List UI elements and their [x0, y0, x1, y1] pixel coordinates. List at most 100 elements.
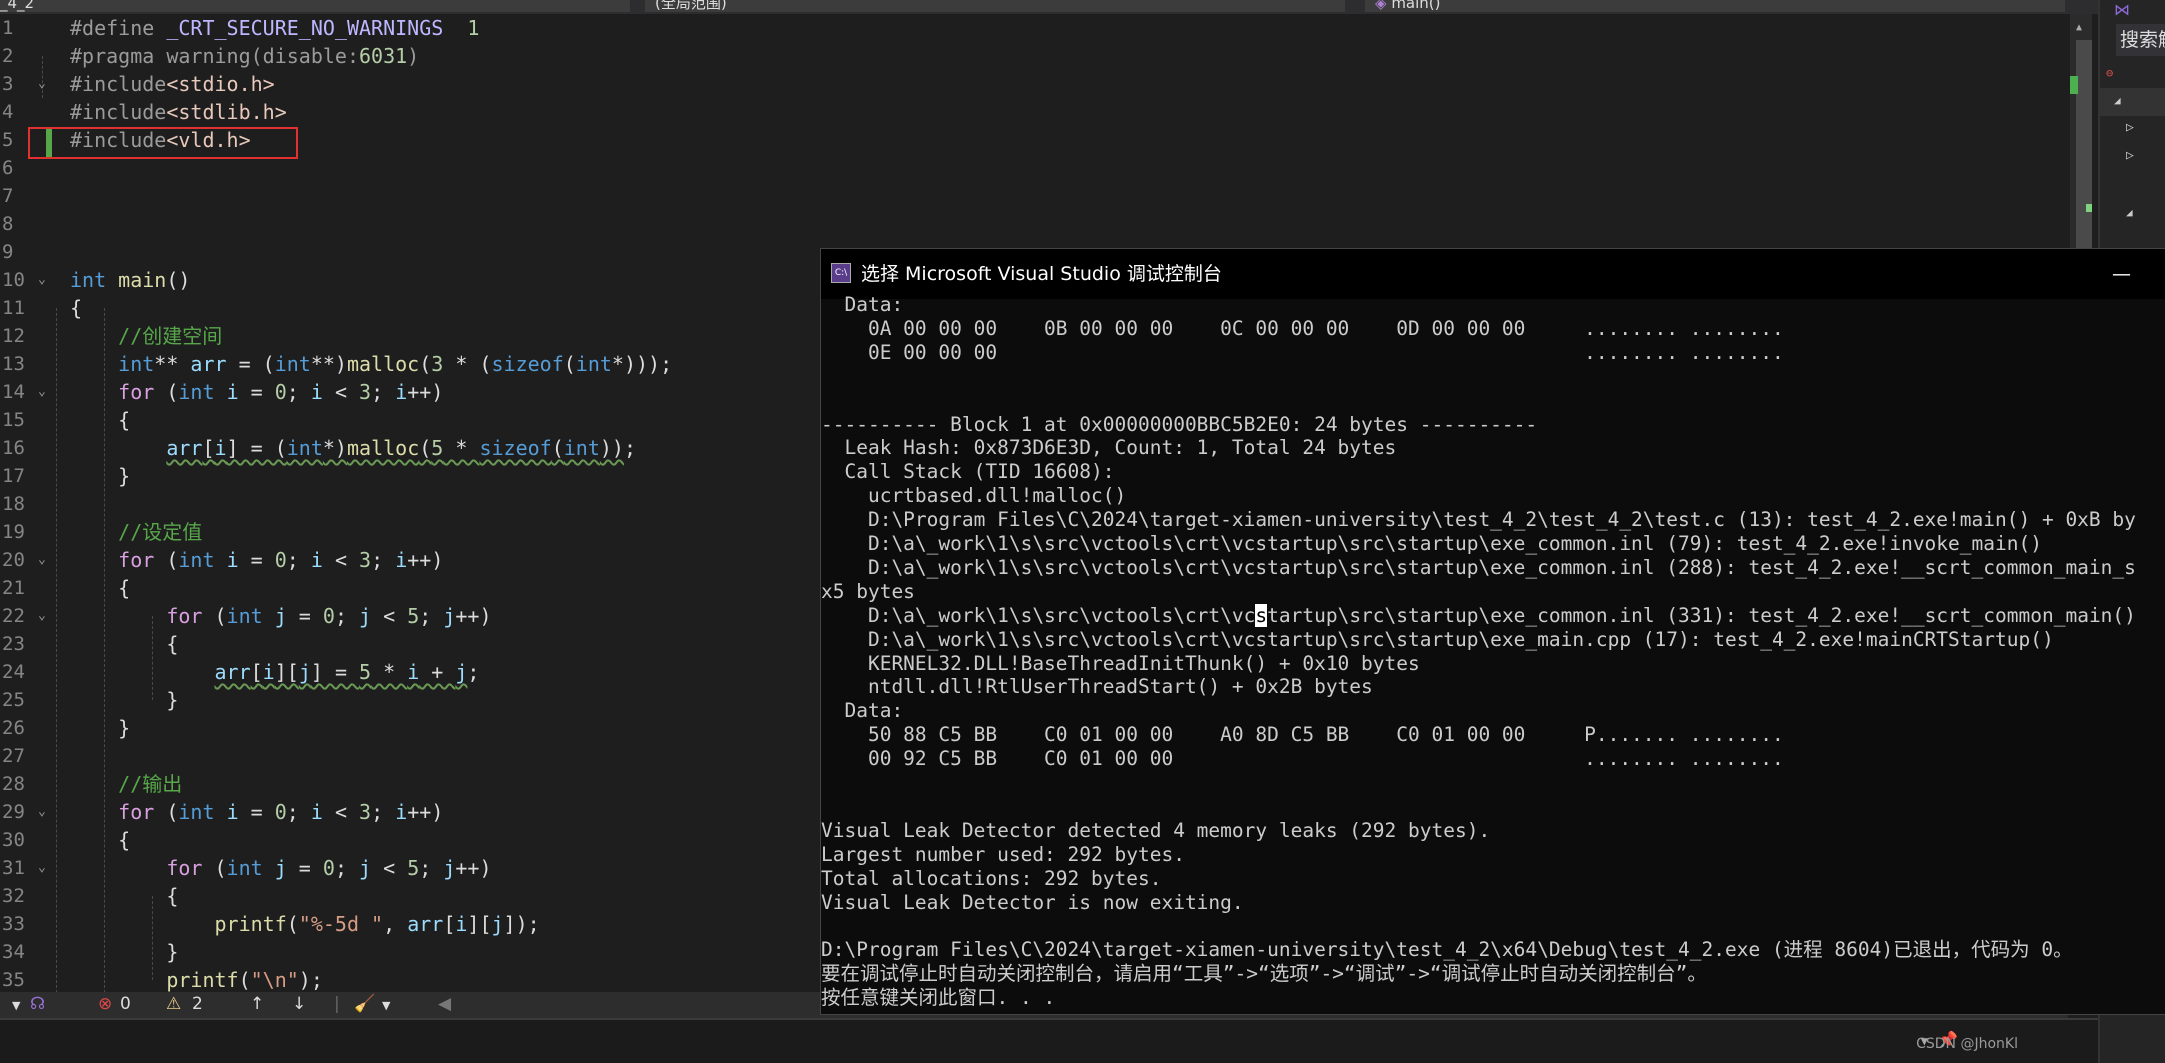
code-token: main	[118, 268, 167, 292]
member-label: main()	[1391, 0, 1441, 12]
code-token: //输出	[70, 772, 183, 796]
code-token: ;	[419, 856, 444, 880]
code-token: );	[298, 968, 323, 992]
code-token: (	[154, 800, 179, 824]
fold-chevron-icon[interactable]: ⌄	[38, 378, 46, 406]
code-token: int	[70, 268, 107, 292]
console-text: tartup\src\startup\exe_common.inl (331):…	[1267, 603, 2136, 627]
fold-chevron-icon[interactable]: ⌄	[38, 266, 46, 294]
scroll-left-icon[interactable]: ◀	[438, 994, 451, 1014]
line-number: 30	[2, 829, 25, 851]
line-number: 2	[2, 45, 14, 67]
project-dropdown[interactable]: _4_2	[0, 0, 630, 12]
code-line[interactable]: 7	[0, 182, 2068, 210]
error-icon[interactable]: ⊗	[98, 994, 112, 1014]
code-token: for	[166, 604, 203, 628]
code-line[interactable]: 3 ⌄ #include<stdio.h>	[0, 70, 2068, 98]
code-token: ;	[371, 800, 396, 824]
code-line[interactable]: 1 #define _CRT_SECURE_NO_WARNINGS 1	[0, 14, 2068, 42]
code-token: =	[238, 548, 275, 572]
solution-search-input[interactable]: 搜索解	[2116, 24, 2165, 56]
scope-dropdown[interactable]: (全局范围)	[645, 0, 1345, 12]
code-line[interactable]: 8	[0, 210, 2068, 238]
console-line: 00 92 C5 BB C0 01 00 00 ........ .......…	[821, 747, 1784, 771]
line-number: 22	[2, 605, 25, 627]
code-token: arr	[190, 352, 227, 376]
scope-label: (全局范围)	[655, 0, 727, 12]
code-token: {	[70, 408, 131, 432]
code-token: printf	[214, 912, 287, 936]
code-token: =	[238, 380, 275, 404]
expand-icon[interactable]: ◢	[2114, 94, 2121, 107]
code-token: ;	[371, 380, 396, 404]
warning-count[interactable]: 2	[192, 994, 203, 1014]
intellicode-icon[interactable]: ☊	[30, 994, 45, 1014]
code-token: j	[298, 660, 311, 684]
code-token: i	[226, 380, 239, 404]
code-line[interactable]: 2 #pragma warning(disable:6031)	[0, 42, 2068, 70]
code-token: j	[274, 856, 287, 880]
code-token: #include	[70, 72, 167, 96]
console-line: 0A 00 00 00 0B 00 00 00 0C 00 00 00 0D 0…	[821, 316, 1784, 340]
line-number: 4	[2, 101, 14, 123]
code-token: ;	[286, 380, 311, 404]
collapsed-arrow-icon[interactable]: ▷	[2126, 148, 2134, 163]
console-title-bar[interactable]: C:\ 选择 Microsoft Visual Studio 调试控制台 —	[821, 249, 2165, 299]
error-count[interactable]: 0	[120, 994, 131, 1014]
cleanup-dropdown-icon[interactable]: ▼	[382, 999, 390, 1012]
code-token: =	[286, 604, 323, 628]
code-token: ++)	[455, 856, 492, 880]
code-token: ++)	[455, 604, 492, 628]
code-text: for (int i = 0; i < 3; i++)	[70, 378, 443, 406]
fold-chevron-icon[interactable]: ⌄	[38, 798, 46, 826]
warning-icon[interactable]: ⚠	[166, 994, 181, 1014]
code-line[interactable]: 5 #include<vld.h>	[0, 126, 2068, 154]
code-token: ++)	[407, 380, 444, 404]
code-token: =	[238, 800, 275, 824]
code-token: malloc	[346, 436, 420, 460]
code-text: }	[70, 938, 178, 966]
code-text: {	[70, 826, 130, 854]
code-token: for	[118, 800, 155, 824]
project-label: _4_2	[0, 0, 35, 12]
zoom-dropdown-icon[interactable]: ▼	[12, 999, 20, 1012]
code-token: *)));	[611, 352, 673, 376]
code-text: {	[70, 406, 130, 434]
code-token: (	[419, 436, 432, 460]
line-number: 31	[2, 857, 25, 879]
code-token: 5	[431, 436, 444, 460]
fold-chevron-icon[interactable]: ⌄	[38, 602, 46, 630]
code-token: arr	[166, 436, 203, 460]
code-token: j	[443, 604, 456, 628]
code-token: i	[310, 380, 323, 404]
code-token: j	[491, 912, 504, 936]
code-token: ][	[467, 912, 492, 936]
code-token: int	[274, 352, 311, 376]
fold-chevron-icon[interactable]: ⌄	[38, 854, 46, 882]
console-icon: C:\	[831, 263, 851, 283]
search-placeholder: 搜索解	[2120, 29, 2165, 51]
fold-chevron-icon[interactable]: ⌄	[38, 70, 46, 98]
minimize-button[interactable]: —	[2112, 249, 2131, 299]
member-dropdown[interactable]: ◈ main()	[1365, 0, 2065, 12]
code-token: i	[226, 548, 239, 572]
code-token: = (	[226, 352, 275, 376]
previous-issue-icon[interactable]: ↑	[250, 994, 264, 1014]
expand-icon[interactable]: ◢	[2126, 206, 2133, 219]
code-token: int	[226, 856, 263, 880]
line-number: 24	[2, 661, 25, 683]
code-cleanup-icon[interactable]: 🧹	[354, 994, 375, 1014]
scroll-up-icon[interactable]: ▲	[2076, 22, 2082, 33]
code-token: <	[322, 800, 360, 824]
code-line[interactable]: 6	[0, 154, 2068, 182]
code-text: #pragma warning(disable:6031)	[70, 42, 419, 70]
debug-console-window[interactable]: C:\ 选择 Microsoft Visual Studio 调试控制台 — D…	[820, 248, 2165, 1015]
tree-item-selected[interactable]	[2100, 88, 2165, 116]
collapsed-arrow-icon[interactable]: ▷	[2126, 120, 2134, 135]
fold-chevron-icon[interactable]: ⌄	[38, 546, 46, 574]
highlight-box	[28, 127, 298, 159]
code-line[interactable]: 4 #include<stdlib.h>	[0, 98, 2068, 126]
code-token: }	[70, 940, 179, 964]
next-issue-icon[interactable]: ↓	[292, 994, 306, 1014]
